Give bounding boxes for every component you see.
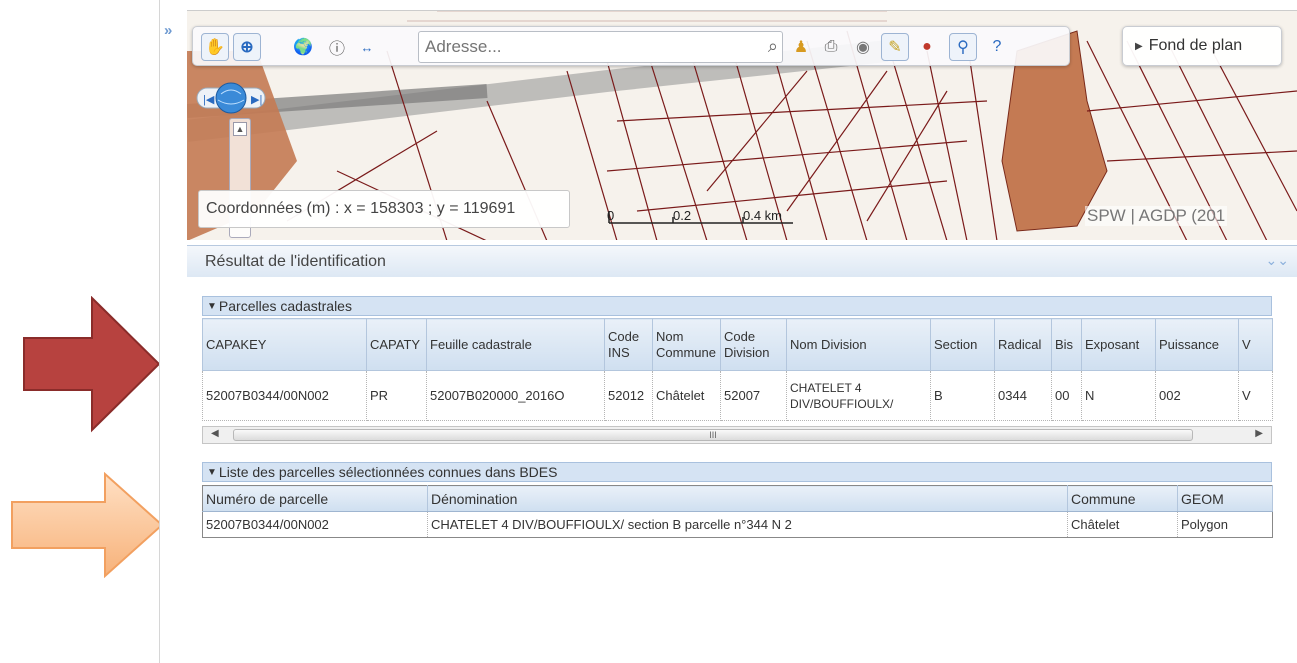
scale-label-02: 0.2 [673,208,692,223]
section-parcelles-header[interactable]: ▼ Parcelles cadastrales [202,296,1272,316]
overlay-icon[interactable]: ● [913,33,941,61]
col-nom-commune[interactable]: Nom Commune [652,318,721,371]
parcelles-table: CAPAKEY CAPATY Feuille cadastrale Code I… [202,318,1273,421]
cell-numero-parcelle: 52007B0344/00N002 [202,511,428,538]
expand-sidebar-icon[interactable]: » [164,22,173,39]
section-bdes-title: Liste des parcelles sélectionnées connue… [218,464,558,480]
col-v[interactable]: V [1238,318,1273,371]
measure-icon[interactable]: ↔ [353,33,381,61]
cell-v: V [1238,370,1273,421]
col-capaty[interactable]: CAPATY [366,318,427,371]
scale-label-04: 0.4 km [743,208,783,223]
print-icon[interactable]: ⎙ [817,33,845,61]
scroll-left-icon[interactable]: ◀ [211,428,219,439]
col-code-ins[interactable]: Code INS [604,318,653,371]
section-bdes-header[interactable]: ▼ Liste des parcelles sélectionnées conn… [202,462,1272,482]
map-attribution: SPW | AGDP (201 [1085,206,1228,226]
help-icon[interactable]: ? [983,33,1011,61]
map-toolbar: ✋ ⊕ 🌍 ⓘ ↔ ⌕ ♟ ⎙ ◉ ✎ ● ⚲ ? [192,26,1070,66]
table-row[interactable]: 52007B0344/00N002 PR 52007B020000_2016O … [202,370,1273,421]
cell-feuille: 52007B020000_2016O [426,370,605,421]
identify-icon[interactable]: ⚲ [949,33,977,61]
pin-icon[interactable]: ♟ [787,33,815,61]
scrollbar-thumb[interactable]: III [233,429,1193,441]
col-puissance[interactable]: Puissance [1155,318,1239,371]
cell-puissance: 002 [1155,370,1239,421]
table-row[interactable]: 52007B0344/00N002 CHATELET 4 DIV/BOUFFIO… [202,511,1273,538]
cell-exposant: N [1081,370,1156,421]
cell-section: B [930,370,995,421]
zoom-in-icon[interactable]: ⊕ [233,33,261,61]
coordinates-display: Coordonnées (m) : x = 158303 ; y = 11969… [198,190,570,228]
section-parcelles-title: Parcelles cadastrales [218,298,352,314]
pan-navigator: |◀ ▶| [196,80,266,121]
collapse-panel-icon[interactable]: ⌄⌄ [1266,252,1289,269]
cell-code-ins: 52012 [604,370,653,421]
scroll-right-icon[interactable]: ▶ [1255,428,1263,439]
orange-annotation-arrow-icon [11,472,164,578]
svg-text:▶|: ▶| [251,94,262,106]
bdes-table: Numéro de parcelle Dénomination Commune … [202,485,1273,538]
cell-code-division: 52007 [720,370,787,421]
info-icon[interactable]: ⓘ [323,33,351,61]
col-capakey[interactable]: CAPAKEY [202,318,367,371]
address-search-input[interactable] [419,32,739,62]
collapse-triangle-icon: ▼ [207,466,217,478]
draw-icon[interactable]: ✎ [881,33,909,61]
pan-hand-icon[interactable]: ✋ [201,33,229,61]
navigation-globe-icon[interactable]: |◀ ▶| [196,80,266,116]
col-feuille[interactable]: Feuille cadastrale [426,318,605,371]
cell-bis: 00 [1051,370,1082,421]
cell-nom-commune: Châtelet [652,370,721,421]
col-geom[interactable]: GEOM [1177,485,1273,512]
cell-commune: Châtelet [1067,511,1178,538]
scale-label-0: 0 [607,208,615,223]
col-code-division[interactable]: Code Division [720,318,787,371]
fond-de-plan-button[interactable]: ▶ Fond de plan [1122,26,1282,66]
red-annotation-arrow-icon [23,296,161,433]
col-exposant[interactable]: Exposant [1081,318,1156,371]
globe-icon[interactable]: 🌍 [289,33,317,61]
col-commune[interactable]: Commune [1067,485,1178,512]
zoom-slider-up-icon[interactable]: ▲ [233,122,247,136]
horizontal-scrollbar[interactable]: ◀ III ▶ [202,426,1272,444]
scroll-grip: III [709,430,717,440]
cell-radical: 0344 [994,370,1052,421]
result-title: Résultat de l'identification [205,252,386,270]
expand-triangle-icon: ▶ [1135,40,1143,52]
col-nom-division[interactable]: Nom Division [786,318,931,371]
col-radical[interactable]: Radical [994,318,1052,371]
cell-capaty: PR [366,370,427,421]
col-numero-parcelle[interactable]: Numéro de parcelle [202,485,428,512]
svg-text:|◀: |◀ [203,94,215,106]
search-icon[interactable]: ⌕ [768,36,778,57]
col-denomination[interactable]: Dénomination [427,485,1068,512]
result-panel-header: Résultat de l'identification ⌄⌄ [187,245,1297,277]
col-section[interactable]: Section [930,318,995,371]
collapse-triangle-icon: ▼ [207,300,217,312]
cell-capakey: 52007B0344/00N002 [202,370,367,421]
cell-nom-division: CHATELET 4 DIV/BOUFFIOULX/ [786,370,931,421]
cell-denomination: CHATELET 4 DIV/BOUFFIOULX/ section B par… [427,511,1068,538]
address-search: ⌕ [418,31,783,63]
layers-icon[interactable]: ◉ [849,33,877,61]
col-bis[interactable]: Bis [1051,318,1082,371]
cell-geom: Polygon [1177,511,1273,538]
fond-de-plan-label: Fond de plan [1148,37,1243,54]
